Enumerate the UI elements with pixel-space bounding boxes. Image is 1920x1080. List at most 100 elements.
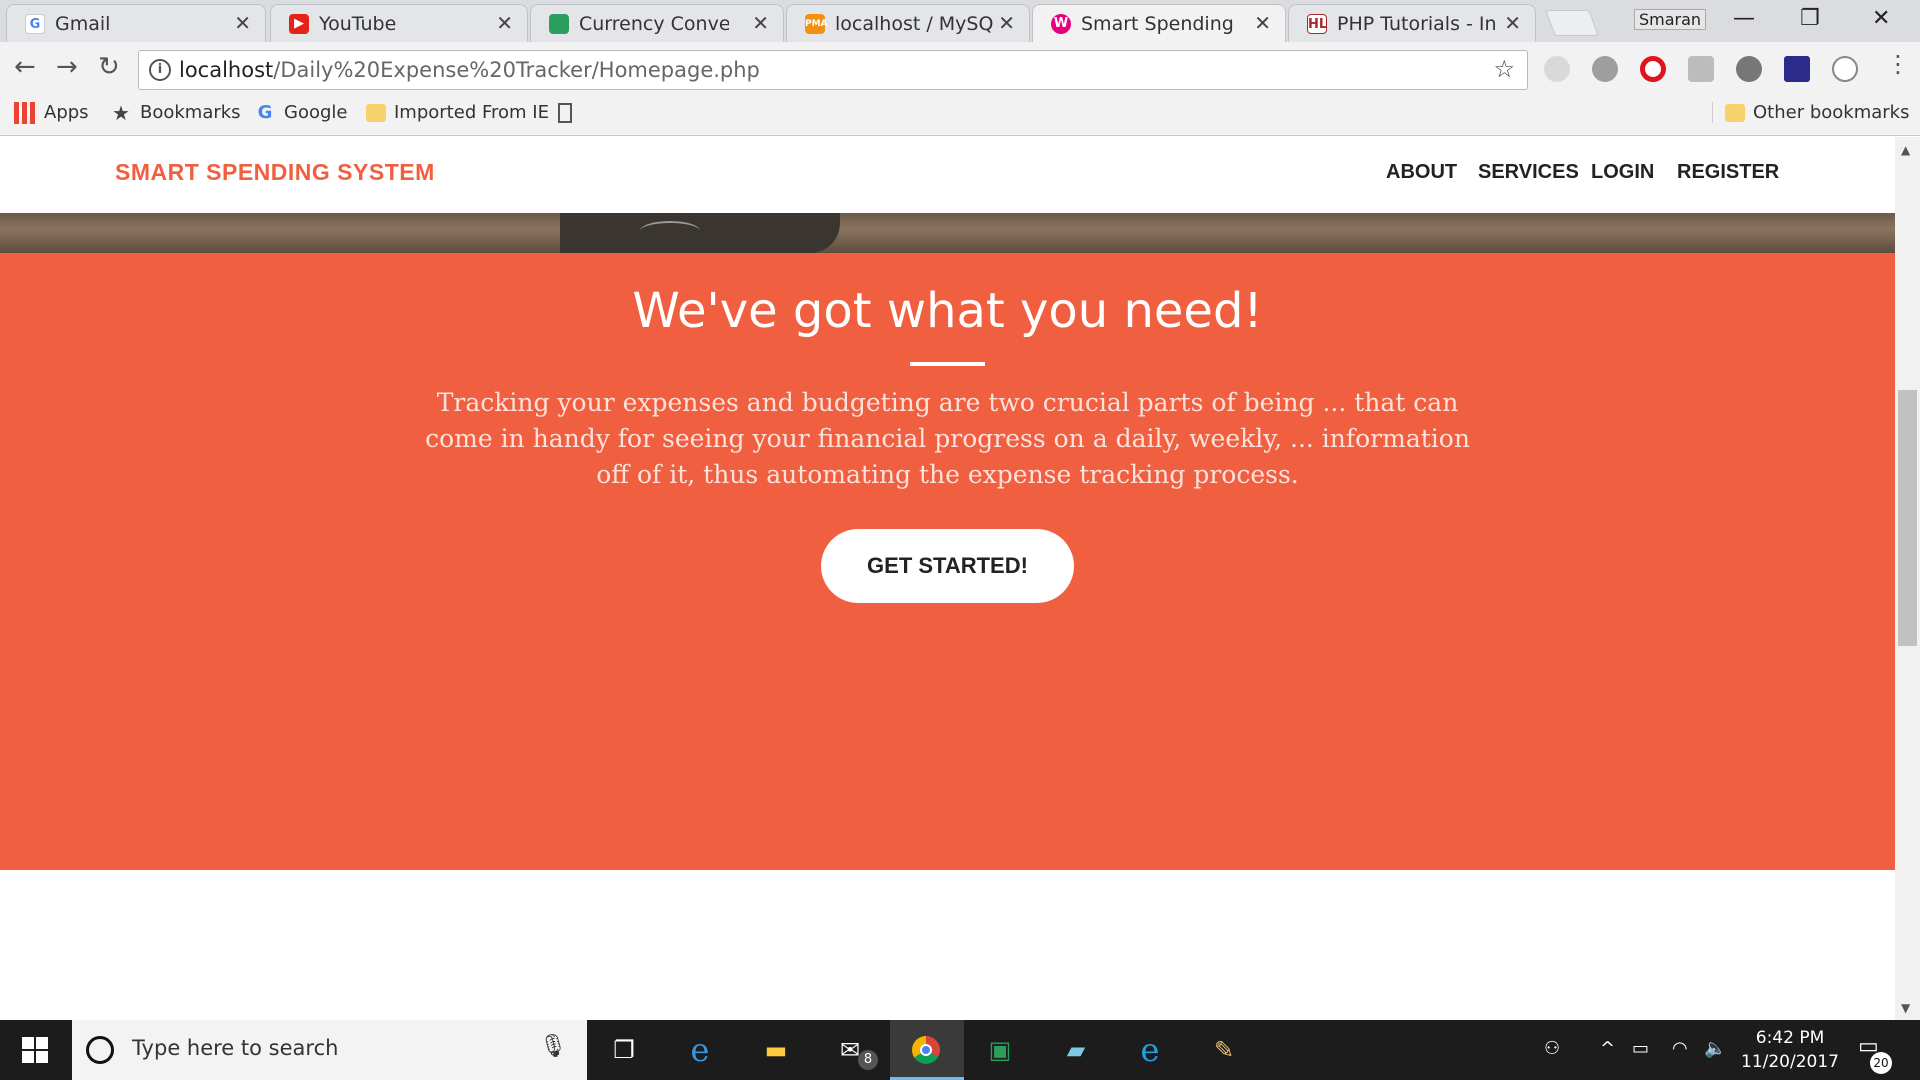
site-navbar: SMART SPENDING SYSTEM ABOUT SERVICES LOG… (0, 137, 1895, 213)
clock-date: 11/20/2017 (1741, 1052, 1839, 1072)
flag-extension-icon[interactable] (1784, 56, 1810, 82)
section-text: Tracking your expenses and budgeting are… (425, 388, 1470, 489)
notes-icon[interactable]: ▰ (1058, 1032, 1094, 1068)
bag-extension-icon[interactable] (1688, 56, 1714, 82)
section-heading: We've got what you need! (632, 283, 1263, 339)
close-window-icon[interactable]: ✕ (1872, 6, 1890, 31)
app-icon[interactable]: ▣ (982, 1032, 1018, 1068)
edge-icon[interactable]: e (682, 1032, 718, 1068)
new-tab-button[interactable] (1545, 10, 1599, 36)
close-icon[interactable]: ✕ (752, 11, 769, 35)
scroll-up-icon[interactable]: ▲ (1901, 143, 1910, 157)
close-icon[interactable]: ✕ (998, 11, 1015, 35)
get-started-button[interactable]: GET STARTED! (821, 529, 1074, 603)
scroll-down-icon[interactable]: ▼ (1901, 1001, 1910, 1015)
mail-badge: 8 (858, 1050, 878, 1070)
folder-icon (1725, 104, 1745, 122)
url-path: /Daily%20Expense%20Tracker/Homepage.php (273, 58, 760, 82)
vertical-scrollbar[interactable]: ▲ ▼ (1895, 137, 1920, 1020)
forward-icon[interactable]: → (56, 52, 78, 82)
nav-login[interactable]: LOGIN (1591, 161, 1654, 184)
opera-extension-icon[interactable] (1640, 56, 1666, 82)
microphone-icon[interactable]: 🎙 (539, 1034, 567, 1059)
url-host: localhost (179, 58, 274, 82)
hl-icon: HL (1307, 14, 1327, 34)
code-extension-icon[interactable] (1832, 56, 1858, 82)
address-bar[interactable]: i localhost/Daily%20Expense%20Tracker/Ho… (138, 50, 1528, 90)
tab-title: YouTube (319, 13, 397, 35)
close-icon[interactable]: ✕ (1504, 11, 1521, 35)
bookmark-imported-from-ie[interactable]: Imported From IE (366, 102, 549, 123)
hero-image-object (560, 213, 840, 253)
tab-strip: G Gmail ✕ ▶ YouTube ✕ Currency Converter… (0, 0, 1920, 42)
tab-title: Gmail (55, 13, 111, 35)
phpmyadmin-icon: PMA (805, 14, 828, 34)
minimize-icon[interactable]: — (1733, 6, 1755, 31)
taskbar-search[interactable]: Type here to search 🎙 (72, 1020, 587, 1080)
search-placeholder: Type here to search (132, 1036, 339, 1060)
people-icon[interactable]: ⚇ (1544, 1038, 1560, 1059)
volume-icon[interactable]: 🔈 (1704, 1038, 1726, 1059)
internet-explorer-icon[interactable]: e (1132, 1032, 1168, 1068)
bookmark-star-icon[interactable]: ☆ (1493, 55, 1515, 83)
extension-icon[interactable] (1544, 56, 1570, 82)
menu-icon[interactable]: ⋮ (1886, 50, 1910, 78)
globe-extension-icon[interactable] (1736, 56, 1762, 82)
windows-start-icon[interactable] (22, 1037, 48, 1063)
apps-grid-icon (14, 102, 36, 124)
nav-services[interactable]: SERVICES (1478, 161, 1579, 184)
chat-extension-icon[interactable] (1592, 56, 1618, 82)
close-icon[interactable]: ✕ (496, 11, 513, 35)
system-clock[interactable]: 6:42 PM 11/20/2017 (1740, 1026, 1840, 1074)
bookmark-label: Bookmarks (140, 102, 241, 123)
youtube-icon: ▶ (289, 14, 309, 34)
restore-icon[interactable]: ❐ (1800, 6, 1820, 31)
notification-badge: 20 (1870, 1052, 1892, 1074)
scrollbar-thumb[interactable] (1898, 390, 1917, 646)
info-icon[interactable]: i (149, 59, 171, 81)
hero-image (0, 213, 1895, 253)
tab-title: Smart Spending Syst (1081, 13, 1241, 35)
paint-icon[interactable]: ✎ (1206, 1032, 1242, 1068)
battery-icon[interactable]: ▭ (1632, 1038, 1649, 1059)
bookmark-bookmarks[interactable]: ★ Bookmarks (110, 102, 241, 124)
url-text[interactable]: localhost/Daily%20Expense%20Tracker/Home… (179, 58, 760, 82)
google-icon: G (25, 14, 45, 34)
tab-title: localhost / MySQL / (835, 13, 995, 35)
bookmark-google[interactable]: G Google (254, 102, 348, 124)
close-icon[interactable]: ✕ (1254, 11, 1271, 35)
profile-button[interactable]: Smaran (1634, 9, 1707, 30)
show-hidden-icons[interactable]: ^ (1600, 1038, 1615, 1059)
cortana-icon[interactable] (86, 1036, 114, 1064)
tab-smart-spending[interactable]: W Smart Spending Syst ✕ (1032, 4, 1286, 42)
bookmark-other[interactable]: Other bookmarks (1712, 102, 1909, 123)
file-explorer-icon[interactable]: ▬ (758, 1032, 794, 1068)
reload-icon[interactable]: ↻ (98, 52, 120, 82)
bookmark-apps[interactable]: Apps (14, 102, 89, 124)
bookmark-label: Google (284, 102, 348, 123)
star-icon: ★ (112, 101, 130, 125)
site-icon: W (1051, 14, 1071, 34)
tab-gmail[interactable]: G Gmail ✕ (6, 4, 266, 42)
wifi-icon[interactable]: ◠ (1672, 1038, 1688, 1059)
hero-image-detail (640, 221, 700, 241)
tab-currency-converter[interactable]: Currency Converter ✕ (530, 4, 784, 42)
bookmark-page[interactable] (558, 102, 580, 123)
tab-phpmyadmin[interactable]: PMA localhost / MySQL / ✕ (786, 4, 1030, 42)
web-page: SMART SPENDING SYSTEM ABOUT SERVICES LOG… (0, 137, 1895, 1020)
back-icon[interactable]: ← (14, 52, 36, 82)
page-icon (558, 103, 572, 123)
task-view-icon[interactable]: ❐ (606, 1032, 642, 1068)
tab-youtube[interactable]: ▶ YouTube ✕ (270, 4, 528, 42)
clock-time: 6:42 PM (1755, 1028, 1825, 1048)
tab-title: Currency Converter (579, 13, 729, 35)
heading-divider (910, 362, 985, 366)
nav-register[interactable]: REGISTER (1677, 161, 1779, 184)
site-brand[interactable]: SMART SPENDING SYSTEM (115, 159, 435, 186)
chrome-icon[interactable] (908, 1032, 944, 1068)
browser-toolbar: ← → ↻ i localhost/Daily%20Expense%20Trac… (0, 42, 1920, 98)
nav-about[interactable]: ABOUT (1386, 161, 1457, 184)
sheets-icon (549, 14, 569, 34)
tab-php-tutorials[interactable]: HL PHP Tutorials - Insta ✕ (1288, 4, 1536, 42)
close-icon[interactable]: ✕ (234, 11, 251, 35)
